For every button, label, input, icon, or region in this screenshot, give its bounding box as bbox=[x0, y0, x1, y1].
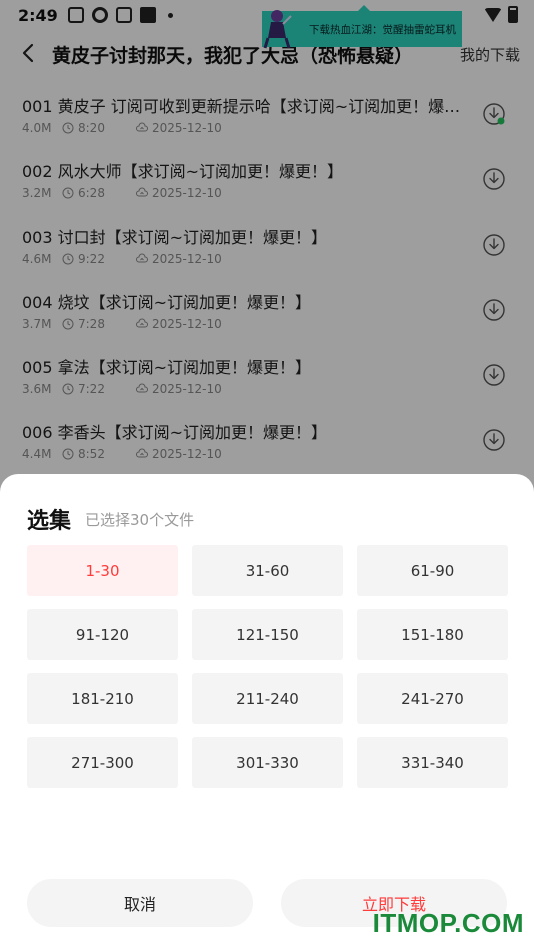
selection-count: 已选择30个文件 bbox=[85, 511, 195, 529]
range-button[interactable]: 61-90 bbox=[357, 545, 508, 596]
range-button[interactable]: 331-340 bbox=[357, 737, 508, 788]
range-grid: 1-30 31-60 61-90 91-120 121-150 151-180 181-21… bbox=[27, 545, 508, 788]
range-button[interactable]: 271-300 bbox=[27, 737, 178, 788]
range-button[interactable]: 181-210 bbox=[27, 673, 178, 724]
episode-select-sheet: 选集 已选择30个文件 1-30 31-60 61-90 91-120 121-150 1… bbox=[0, 474, 534, 950]
range-button[interactable]: 211-240 bbox=[192, 673, 343, 724]
range-button[interactable]: 121-150 bbox=[192, 609, 343, 660]
range-button[interactable]: 1-30 bbox=[27, 545, 178, 596]
sheet-title: 选集 bbox=[27, 509, 72, 534]
cancel-button[interactable]: 取消 bbox=[27, 879, 253, 927]
range-button[interactable]: 151-180 bbox=[357, 609, 508, 660]
range-button[interactable]: 301-330 bbox=[192, 737, 343, 788]
range-button[interactable]: 91-120 bbox=[27, 609, 178, 660]
range-button[interactable]: 31-60 bbox=[192, 545, 343, 596]
watermark: ITMOP.COM bbox=[372, 908, 524, 938]
range-button[interactable]: 241-270 bbox=[357, 673, 508, 724]
